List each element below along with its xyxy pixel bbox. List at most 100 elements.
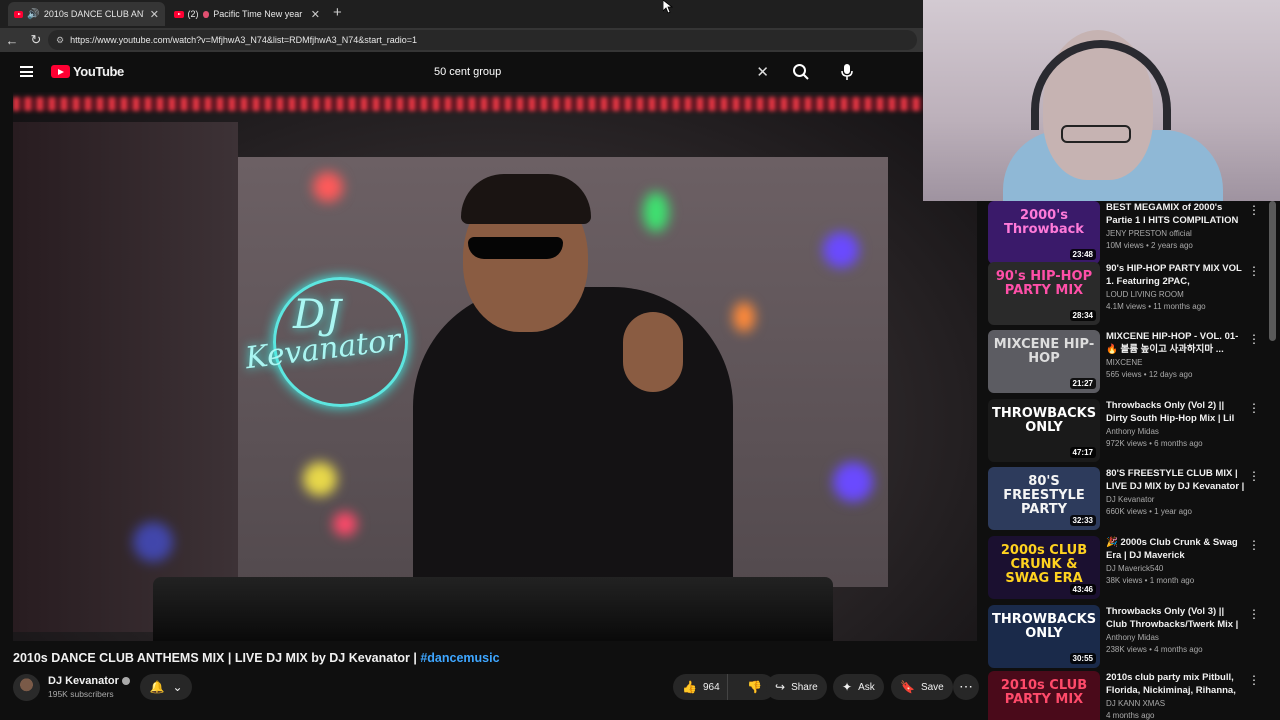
disco-light [833, 462, 873, 502]
video-title: 2010s DANCE CLUB ANTHEMS MIX | LIVE DJ M… [13, 651, 500, 665]
close-tab-icon[interactable]: ✕ [311, 8, 320, 21]
recommendation-channel[interactable]: Anthony Midas [1106, 427, 1159, 436]
kebab-menu-icon[interactable]: ⋮ [1248, 538, 1260, 552]
recommendation-channel[interactable]: DJ Kevanator [1106, 495, 1154, 504]
duration-badge: 43:46 [1069, 584, 1096, 595]
recommendation-item[interactable]: MIXCENE HIP-HOP 21:27 MIXCENE HIP-HOP - VO… [988, 330, 1263, 394]
reload-icon[interactable]: ↻ [24, 32, 48, 48]
hashtag-link[interactable]: #dancemusic [420, 651, 499, 665]
kebab-menu-icon[interactable]: ⋮ [1248, 264, 1260, 278]
recommendation-title[interactable]: 🎉 2000s Club Crunk & Swag Era | DJ Maver… [1106, 536, 1246, 562]
recommendation-channel[interactable]: LOUD LIVING ROOM [1106, 290, 1184, 299]
recommendation-meta: 565 views • 12 days ago [1106, 370, 1193, 379]
tab-youtube-mix[interactable]: 🔊 2010s DANCE CLUB ANTHEMS MIX ✕ [8, 2, 165, 26]
recommendation-channel[interactable]: JENY PRESTON official [1106, 229, 1192, 238]
disco-light [733, 302, 755, 332]
sparkle-icon: ✦ [842, 680, 853, 694]
save-button[interactable]: 🔖 Save [891, 674, 953, 700]
search-input[interactable]: 50 cent group ✕ [423, 59, 783, 85]
recommendation-item[interactable]: 80'S FREESTYLE PARTY 32:33 80'S FREESTYLE … [988, 467, 1263, 531]
recommendation-title[interactable]: 2010s club party mix Pitbull, Florida, N… [1106, 671, 1246, 697]
recommendations-list: 2000's Throwback 23:48 BEST MEGAMIX of 200… [988, 201, 1268, 720]
thumbs-up-icon: 👍 [682, 680, 697, 694]
save-label: Save [920, 681, 944, 693]
like-count: 964 [702, 681, 720, 693]
kebab-menu-icon[interactable]: ⋮ [1248, 673, 1260, 687]
kebab-menu-icon[interactable]: ⋮ [1248, 607, 1260, 621]
recommendation-item[interactable]: 90's HIP-HOP PARTY MIX 28:34 90's HIP-HOP … [988, 262, 1263, 326]
channel-name[interactable]: DJ Kevanator [48, 675, 130, 687]
url-field[interactable]: ⚙ https://www.youtube.com/watch?v=MfjhwA… [48, 30, 917, 50]
youtube-logo-text: YouTube [73, 64, 124, 79]
channel-avatar[interactable] [13, 674, 40, 701]
recommendation-title[interactable]: BEST MEGAMIX of 2000's Partie 1 I HITS C… [1106, 201, 1246, 227]
search-icon[interactable] [792, 63, 810, 81]
like-button[interactable]: 👍 964 [673, 674, 728, 700]
duration-badge: 23:48 [1069, 249, 1096, 260]
site-info-icon[interactable]: ⚙ [56, 35, 64, 46]
led-light-strip [13, 97, 923, 111]
kebab-menu-icon[interactable]: ⋮ [1248, 469, 1260, 483]
kebab-menu-icon[interactable]: ⋮ [1248, 332, 1260, 346]
duration-badge: 21:27 [1069, 378, 1096, 389]
recommendation-thumbnail[interactable]: 2000s CLUB CRUNK & SWAG ERA 43:46 [988, 536, 1100, 599]
chevron-down-icon: ⌄ [172, 680, 183, 694]
recommendation-thumbnail[interactable]: THROWBACKS ONLY 47:17 [988, 399, 1100, 462]
recommendation-channel[interactable]: Anthony Midas [1106, 633, 1159, 642]
webcam-overlay [923, 0, 1280, 201]
share-button[interactable]: ↪ Share [766, 674, 827, 700]
mouse-cursor [662, 0, 674, 14]
clear-search-icon[interactable]: ✕ [756, 63, 769, 81]
recommendation-meta: 10M views • 2 years ago [1106, 241, 1193, 250]
recommendation-item[interactable]: 2000s CLUB CRUNK & SWAG ERA 43:46 🎉 2000s … [988, 536, 1263, 600]
recommendation-title[interactable]: MIXCENE HIP-HOP - VOL. 01- 🔥 볼륨 높이고 사과하지… [1106, 330, 1246, 356]
subscriber-count: 195K subscribers [48, 689, 114, 699]
recommendation-title[interactable]: 80'S FREESTYLE CLUB MIX | LIVE DJ MIX by… [1106, 467, 1246, 493]
recommendation-thumbnail[interactable]: 2010s CLUB PARTY MIX [988, 671, 1100, 720]
ask-label: Ask [858, 681, 875, 693]
youtube-logo[interactable]: YouTube [51, 64, 124, 79]
share-icon: ↪ [775, 680, 786, 694]
more-actions-button[interactable]: ⋯ [953, 674, 979, 700]
new-tab-button[interactable]: + [333, 4, 342, 21]
disco-light [643, 192, 669, 232]
tab-pacific-time[interactable]: (2) Pacific Time New year Cou ✕ [168, 2, 326, 26]
recommendation-item[interactable]: THROWBACKS ONLY 30:55 Throwbacks Only (Vol… [988, 605, 1263, 669]
video-player[interactable]: DJ Kevanator [13, 92, 977, 641]
recommendation-thumbnail[interactable]: 80'S FREESTYLE PARTY 32:33 [988, 467, 1100, 530]
notification-bell-button[interactable]: 🔔 ⌄ [140, 674, 192, 700]
dj-hair [461, 174, 591, 224]
recommendation-title[interactable]: 90's HIP-HOP PARTY MIX VOL 1. Featuring … [1106, 262, 1246, 288]
close-tab-icon[interactable]: ✕ [150, 8, 159, 21]
dj-sunglasses [468, 237, 563, 259]
menu-icon[interactable] [20, 66, 33, 77]
recommendation-channel[interactable]: MIXCENE [1106, 358, 1142, 367]
duration-badge: 30:55 [1069, 653, 1096, 664]
recommendation-channel[interactable]: DJ KANN XMAS [1106, 699, 1165, 708]
bookmark-icon: 🔖 [900, 680, 915, 694]
video-backdrop [13, 122, 238, 632]
scrollbar[interactable] [1269, 201, 1276, 341]
recommendation-thumbnail[interactable]: THROWBACKS ONLY 30:55 [988, 605, 1100, 668]
speaker-icon[interactable]: 🔊 [27, 9, 39, 20]
recommendation-title[interactable]: Throwbacks Only (Vol 2) || Dirty South H… [1106, 399, 1246, 425]
address-bar-row: ← ↻ ⚙ https://www.youtube.com/watch?v=Mf… [0, 28, 923, 52]
thumbnail-text: THROWBACKS ONLY [992, 406, 1097, 435]
recommendation-title[interactable]: Throwbacks Only (Vol 3) || Club Throwbac… [1106, 605, 1246, 631]
recommendation-thumbnail[interactable]: 90's HIP-HOP PARTY MIX 28:34 [988, 262, 1100, 325]
recommendation-item[interactable]: 2000's Throwback 23:48 BEST MEGAMIX of 200… [988, 201, 1263, 265]
disco-light [333, 512, 357, 536]
ask-button[interactable]: ✦ Ask [833, 674, 884, 700]
recommendation-thumbnail[interactable]: MIXCENE HIP-HOP 21:27 [988, 330, 1100, 393]
recommendation-item[interactable]: 2010s CLUB PARTY MIX 2010s club party mix… [988, 671, 1263, 720]
back-arrow-icon[interactable]: ← [0, 33, 24, 48]
thumbnail-text: THROWBACKS ONLY [992, 612, 1097, 641]
recommendation-channel[interactable]: DJ Maverick540 [1106, 564, 1163, 573]
kebab-menu-icon[interactable]: ⋮ [1248, 203, 1260, 217]
thumbnail-text: 80'S FREESTYLE PARTY [1003, 474, 1085, 517]
recommendation-thumbnail[interactable]: 2000's Throwback 23:48 [988, 201, 1100, 264]
recommendation-item[interactable]: THROWBACKS ONLY 47:17 Throwbacks Only (Vol… [988, 399, 1263, 463]
microphone-icon[interactable] [840, 63, 854, 81]
search-query: 50 cent group [434, 66, 502, 78]
kebab-menu-icon[interactable]: ⋮ [1248, 401, 1260, 415]
